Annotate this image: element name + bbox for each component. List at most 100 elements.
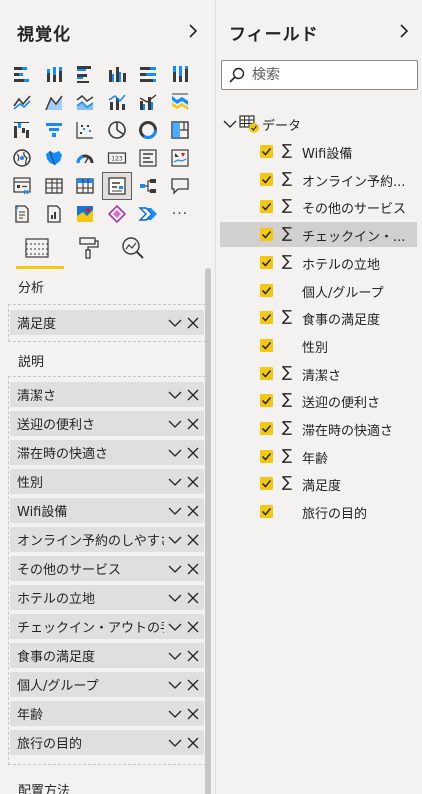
100-stacked-bar-chart-icon[interactable]: [134, 61, 162, 87]
chevron-down-icon[interactable]: [166, 704, 184, 724]
table-icon[interactable]: [40, 173, 68, 199]
explain-field-chip[interactable]: 年齢: [10, 701, 204, 726]
remove-field-close-icon[interactable]: [184, 646, 202, 666]
waterfall-chart-icon[interactable]: [8, 117, 36, 143]
more-visuals-icon[interactable]: ···: [166, 201, 194, 227]
explain-field-chip[interactable]: チェックイン・アウトの手続き: [10, 614, 204, 639]
fields-search-input[interactable]: [252, 65, 412, 85]
explain-field-chip[interactable]: ホテルの立地: [10, 585, 204, 610]
field-item[interactable]: ∑ 滞在時の快適さ: [220, 416, 417, 441]
field-checkbox[interactable]: [260, 311, 273, 325]
remove-field-close-icon[interactable]: [184, 385, 202, 405]
explain-field-chip[interactable]: Wifi設備: [10, 498, 204, 523]
explain-field-chip[interactable]: 旅行の目的: [10, 730, 204, 755]
treemap-icon[interactable]: [166, 117, 194, 143]
field-checkbox[interactable]: [260, 505, 273, 519]
tab-format-visual[interactable]: [74, 232, 104, 264]
smart-narrative-icon[interactable]: [8, 201, 36, 227]
chevron-down-icon[interactable]: [166, 646, 184, 666]
chevron-down-icon[interactable]: [166, 617, 184, 637]
field-item[interactable]: ∑ 年齢: [220, 444, 417, 469]
chevron-down-icon[interactable]: [166, 530, 184, 550]
ribbon-chart-icon[interactable]: [166, 89, 194, 115]
field-item[interactable]: ∑ 満足度: [220, 471, 417, 496]
remove-field-close-icon[interactable]: [184, 675, 202, 695]
field-checkbox[interactable]: [260, 145, 273, 158]
matrix-icon[interactable]: [71, 173, 99, 199]
field-item[interactable]: 性別: [220, 333, 417, 358]
expand-chevron-down-icon[interactable]: [223, 118, 237, 130]
field-checkbox[interactable]: [260, 283, 273, 297]
line-and-clustered-column-chart-icon[interactable]: [134, 89, 162, 115]
analysis-field-chip[interactable]: 満足度: [10, 310, 204, 335]
chevron-down-icon[interactable]: [166, 588, 184, 608]
chevron-down-icon[interactable]: [166, 472, 184, 492]
field-item[interactable]: ∑ その他のサービス: [220, 194, 417, 219]
table-node-data[interactable]: データ: [223, 114, 301, 134]
remove-field-close-icon[interactable]: [184, 530, 202, 550]
stacked-column-chart-icon[interactable]: [40, 61, 68, 87]
stacked-area-chart-icon[interactable]: [71, 89, 99, 115]
field-item[interactable]: ∑ ホテルの立地: [220, 250, 417, 275]
filled-map-icon[interactable]: [40, 145, 68, 171]
scatter-chart-icon[interactable]: [71, 117, 99, 143]
remove-field-close-icon[interactable]: [184, 313, 202, 333]
decomposition-tree-icon[interactable]: [134, 173, 162, 199]
collapse-fields-chevron-icon[interactable]: [396, 22, 412, 40]
field-item[interactable]: 個人/グループ: [220, 278, 417, 303]
field-item[interactable]: ∑ 送迎の便利さ: [220, 388, 417, 413]
map-icon[interactable]: [8, 145, 36, 171]
explain-field-chip[interactable]: 性別: [10, 469, 204, 494]
remove-field-close-icon[interactable]: [184, 733, 202, 753]
pie-chart-icon[interactable]: [103, 117, 131, 143]
field-checkbox[interactable]: [260, 422, 273, 435]
field-checkbox[interactable]: [260, 228, 273, 242]
field-item[interactable]: 旅行の目的: [220, 499, 417, 524]
explain-field-chip[interactable]: 送迎の便利さ: [10, 411, 204, 436]
tab-build-visual[interactable]: [22, 232, 52, 264]
field-checkbox[interactable]: [260, 255, 273, 269]
remove-field-close-icon[interactable]: [184, 617, 202, 637]
qna-icon[interactable]: [166, 173, 194, 199]
fields-search-box[interactable]: [221, 60, 418, 90]
field-checkbox[interactable]: [260, 172, 273, 186]
field-item[interactable]: ∑ オンライン予約...: [220, 167, 417, 192]
gauge-icon[interactable]: [71, 145, 99, 171]
chevron-down-icon[interactable]: [166, 443, 184, 463]
key-influencers-icon[interactable]: [101, 172, 132, 200]
clustered-bar-chart-icon[interactable]: [71, 61, 99, 87]
arcgis-map-icon[interactable]: [71, 201, 99, 227]
remove-field-close-icon[interactable]: [184, 501, 202, 521]
remove-field-close-icon[interactable]: [184, 704, 202, 724]
line-and-stacked-column-chart-icon[interactable]: [103, 89, 131, 115]
clustered-column-chart-icon[interactable]: [103, 61, 131, 87]
explain-field-chip[interactable]: 食事の満足度: [10, 643, 204, 668]
explain-field-chip[interactable]: 清潔さ: [10, 382, 204, 407]
chevron-down-icon[interactable]: [166, 414, 184, 434]
explain-field-chip[interactable]: その他のサービス: [10, 556, 204, 581]
funnel-chart-icon[interactable]: [40, 117, 68, 143]
card-icon[interactable]: 123: [103, 145, 131, 171]
remove-field-close-icon[interactable]: [184, 443, 202, 463]
field-checkbox[interactable]: [260, 477, 273, 491]
field-checkbox[interactable]: [260, 394, 273, 408]
field-checkbox[interactable]: [260, 366, 273, 380]
chevron-down-icon[interactable]: [166, 385, 184, 405]
chevron-down-icon[interactable]: [166, 675, 184, 695]
remove-field-close-icon[interactable]: [184, 559, 202, 579]
field-item[interactable]: ∑ 清潔さ: [220, 361, 417, 386]
chevron-down-icon[interactable]: [166, 313, 184, 333]
kpi-icon[interactable]: [166, 145, 194, 171]
remove-field-close-icon[interactable]: [184, 472, 202, 492]
donut-chart-icon[interactable]: [134, 117, 162, 143]
field-checkbox[interactable]: [260, 338, 273, 352]
paginated-report-icon[interactable]: [40, 201, 68, 227]
collapse-visualizations-chevron-icon[interactable]: [185, 22, 201, 40]
multi-row-card-icon[interactable]: [134, 145, 162, 171]
chevron-down-icon[interactable]: [166, 733, 184, 753]
field-item[interactable]: ∑ Wifi設備: [220, 139, 417, 164]
remove-field-close-icon[interactable]: [184, 588, 202, 608]
field-item[interactable]: ∑ 食事の満足度: [220, 305, 417, 330]
stacked-bar-chart-icon[interactable]: [8, 61, 36, 87]
explain-field-chip[interactable]: 個人/グループ: [10, 672, 204, 697]
